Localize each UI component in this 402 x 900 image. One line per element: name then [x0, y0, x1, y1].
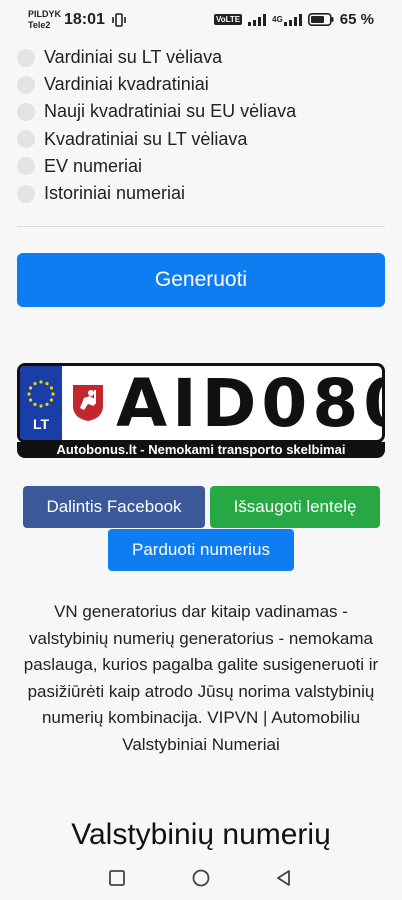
status-icons: VoLTE 4G 65 % [213, 11, 374, 28]
save-plate-button[interactable]: Išsaugoti lentelę [210, 486, 380, 528]
sell-numbers-button[interactable]: Parduoti numerius [108, 529, 294, 571]
radio-label: EV numeriai [44, 155, 143, 176]
radio-button[interactable] [17, 130, 35, 149]
radio-button[interactable] [17, 75, 35, 94]
eu-stars-icon [27, 380, 55, 408]
plate-number: AID080 [116, 364, 385, 442]
carrier-label: PILDYK Tele2 [28, 9, 62, 30]
country-code: LT [32, 416, 50, 432]
radio-option[interactable]: Nauji kvadratiniai su EU vėliava [17, 98, 296, 125]
plate-caption: Autobonus.lt - Nemokami transporto skelb… [17, 442, 385, 458]
radio-option[interactable]: EV numeriai [17, 153, 296, 180]
divider [17, 226, 385, 227]
plate-type-options: Vardiniai su LT vėliava Vardiniai kvadra… [17, 44, 296, 207]
description-text: VN generatorius dar kitaip vadinamas - v… [23, 602, 379, 754]
status-time: 18:01 [64, 11, 105, 28]
radio-option[interactable]: Kvadratiniai su LT vėliava [17, 126, 296, 153]
radio-button[interactable] [17, 184, 35, 203]
signal-4g-icon [283, 13, 302, 26]
volte-icon: VoLTE [213, 14, 243, 25]
radio-option[interactable]: Istoriniai numeriai [17, 180, 296, 207]
radio-label: Vardiniai kvadratiniai [44, 74, 209, 95]
license-plate-preview: LT AID080 Autobonus.lt - Nemokami transp… [17, 363, 385, 459]
network-type: 4G [272, 15, 283, 24]
radio-label: Nauji kvadratiniai su EU vėliava [44, 101, 297, 122]
android-nav-bar [0, 856, 402, 900]
radio-button[interactable] [17, 102, 35, 121]
radio-button[interactable] [17, 157, 35, 176]
battery-icon [307, 13, 334, 26]
signal-icon [248, 13, 267, 26]
radio-label: Kvadratiniai su LT vėliava [44, 128, 248, 149]
radio-label: Vardiniai su LT vėliava [44, 47, 223, 68]
section-heading: Valstybinių numerių [71, 818, 331, 851]
battery-percent: 65 % [339, 11, 374, 28]
share-facebook-button[interactable]: Dalintis Facebook [23, 486, 205, 528]
status-bar: PILDYK Tele2 18:01 VoLTE 4G 65 % [0, 0, 402, 40]
recent-apps-icon[interactable] [108, 869, 126, 887]
generate-button[interactable]: Generuoti [17, 253, 385, 307]
radio-button[interactable] [17, 48, 35, 67]
back-icon[interactable] [275, 869, 293, 887]
lithuania-coat-of-arms-icon [73, 385, 103, 421]
eu-band: LT [20, 366, 62, 440]
vibrate-icon [112, 13, 126, 27]
radio-option[interactable]: Vardiniai su LT vėliava [17, 44, 296, 71]
home-icon[interactable] [192, 869, 210, 887]
radio-label: Istoriniai numeriai [44, 183, 186, 204]
radio-option[interactable]: Vardiniai kvadratiniai [17, 71, 296, 98]
license-plate: LT AID080 [17, 363, 385, 443]
